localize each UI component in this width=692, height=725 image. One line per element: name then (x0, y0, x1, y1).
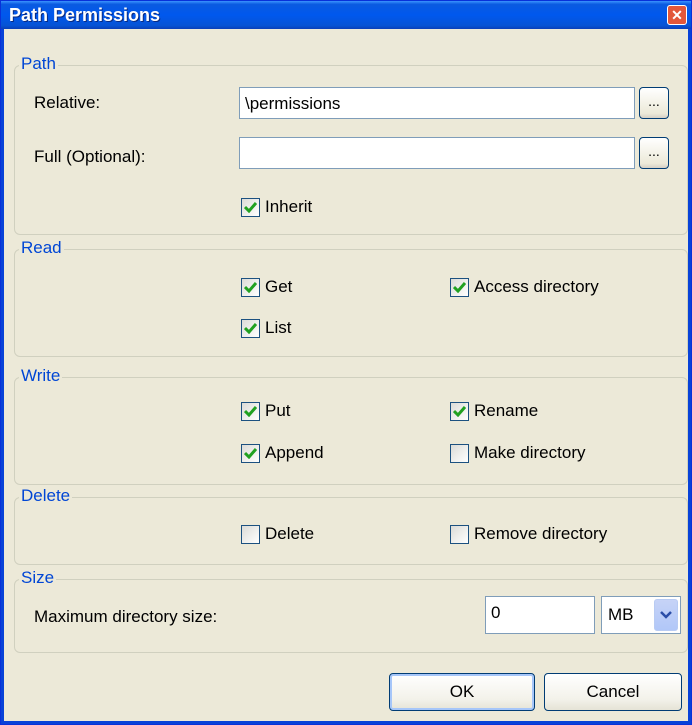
write-legend: Write (19, 366, 63, 386)
checkbox-box (241, 318, 260, 338)
append-checkbox[interactable]: Append (241, 443, 324, 463)
checkbox-box (241, 197, 260, 217)
title-bar[interactable]: Path Permissions ✕ (1, 1, 691, 29)
size-unit-select[interactable]: MB (601, 596, 681, 634)
window-border-bottom (1, 721, 691, 724)
full-path-input[interactable] (239, 137, 635, 169)
ok-button[interactable]: OK (389, 673, 535, 711)
delete-checkbox[interactable]: Delete (241, 524, 314, 544)
get-checkbox[interactable]: Get (241, 277, 292, 297)
checkbox-box (241, 277, 260, 297)
browse-full-button[interactable]: ... (639, 137, 669, 169)
list-label: List (265, 318, 292, 337)
checkbox-box (241, 524, 260, 544)
make-directory-checkbox[interactable]: Make directory (450, 443, 585, 463)
put-checkbox[interactable]: Put (241, 401, 291, 421)
delete-legend: Delete (19, 486, 73, 506)
checkbox-box (450, 401, 469, 421)
window-border-left (1, 29, 4, 724)
path-legend: Path (19, 54, 58, 74)
path-permissions-dialog: Path Permissions ✕ Path Relative: \permi… (0, 0, 692, 725)
get-label: Get (265, 277, 293, 296)
list-checkbox[interactable]: List (241, 318, 291, 338)
inherit-label: Inherit (265, 197, 313, 216)
access-directory-label: Access directory (474, 277, 599, 296)
remove-directory-label: Remove directory (474, 524, 608, 543)
remove-directory-checkbox[interactable]: Remove directory (450, 524, 607, 544)
put-label: Put (265, 401, 291, 420)
chevron-down-icon[interactable] (654, 599, 678, 631)
max-directory-size-label: Maximum directory size: (34, 607, 218, 626)
full-path-label: Full (Optional): (34, 147, 146, 166)
window-border-right (688, 29, 691, 724)
checkbox-box (241, 401, 260, 421)
checkbox-box (450, 443, 469, 463)
size-unit-value: MB (608, 605, 634, 624)
cancel-button[interactable]: Cancel (544, 673, 682, 711)
inherit-checkbox[interactable]: Inherit (241, 197, 312, 217)
make-directory-label: Make directory (474, 443, 586, 462)
delete-label: Delete (265, 524, 315, 543)
rename-checkbox[interactable]: Rename (450, 401, 538, 421)
read-legend: Read (19, 238, 64, 258)
append-label: Append (265, 443, 324, 462)
write-group: Write (14, 366, 688, 485)
checkbox-box (450, 524, 469, 544)
dialog-title: Path Permissions (9, 5, 161, 25)
relative-label: Relative: (34, 93, 101, 112)
read-group: Read (14, 238, 688, 357)
close-icon[interactable]: ✕ (667, 5, 687, 25)
relative-path-input[interactable]: \permissions (239, 87, 635, 119)
checkbox-box (450, 277, 469, 297)
checkbox-box (241, 443, 260, 463)
browse-relative-button[interactable]: ... (639, 87, 669, 119)
max-directory-size-input[interactable]: 0 (485, 596, 595, 634)
size-legend: Size (19, 568, 57, 588)
rename-label: Rename (474, 401, 539, 420)
access-directory-checkbox[interactable]: Access directory (450, 277, 599, 297)
